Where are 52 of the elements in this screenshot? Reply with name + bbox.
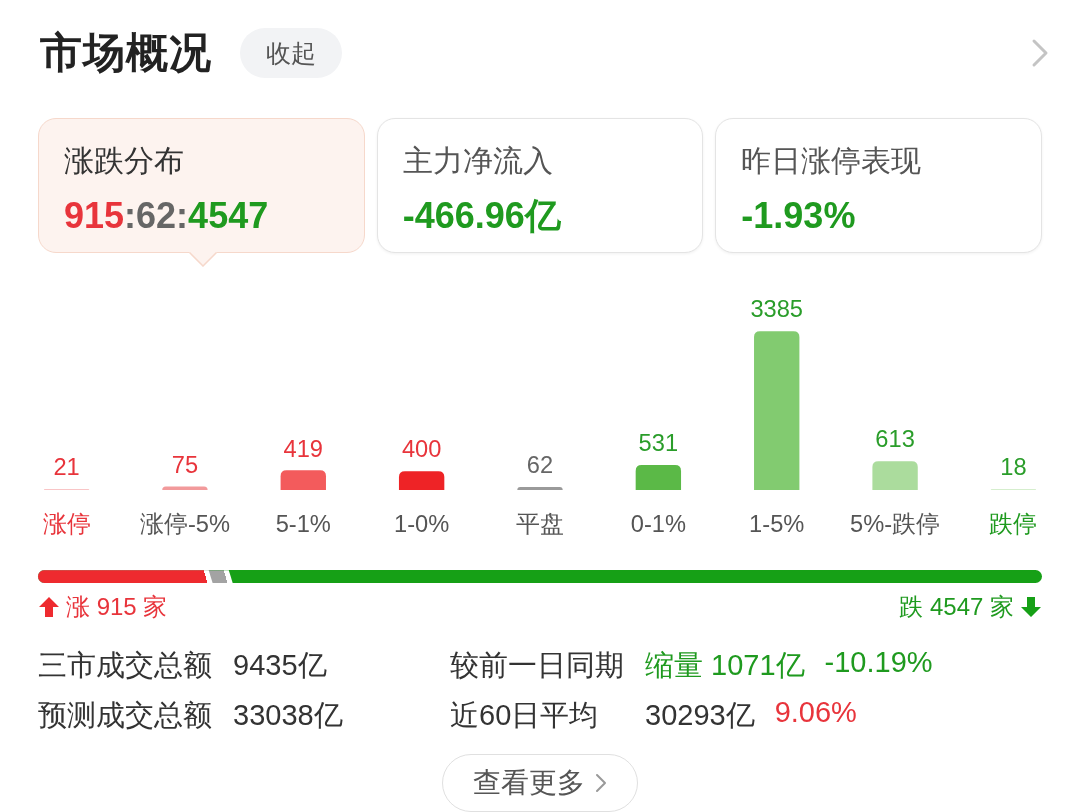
card-value: 915:62:4547 — [64, 196, 269, 236]
category-label: 1-0% — [394, 511, 450, 538]
down-arrow-icon — [1020, 596, 1042, 618]
bar-value-label: 75 — [171, 451, 199, 478]
chevron-right-icon[interactable] — [1030, 38, 1050, 68]
chevron-right-icon — [595, 773, 607, 793]
category-label: 5%-跌停 — [850, 511, 941, 538]
bar-value-label: 18 — [1000, 454, 1027, 481]
bar-value-label: 400 — [401, 436, 442, 463]
section-title: 市场概况 — [40, 28, 212, 78]
pointer-icon — [189, 252, 217, 267]
stat-value: 30293亿 — [645, 698, 755, 733]
card-title: 昨日涨停表现 — [741, 143, 922, 179]
card-value: -466.96亿 — [402, 196, 561, 236]
card-value: -1.93% — [741, 196, 856, 236]
up-arrow-icon — [38, 596, 60, 618]
category-label: 跌停 — [989, 511, 1038, 538]
stat-value: -10.19% — [824, 646, 933, 680]
bar-value-label: 613 — [875, 426, 915, 453]
card-title: 主力净流入 — [402, 143, 553, 179]
bar-value-label: 21 — [53, 454, 80, 481]
stat-value: 9435亿 — [233, 648, 327, 683]
chart-bar — [517, 487, 563, 490]
stat-label: 预测成交总额 — [38, 698, 213, 733]
bar-value-label: 3385 — [750, 296, 804, 323]
rise-count: 涨 915 家 — [66, 592, 168, 622]
chart-bar — [635, 465, 682, 490]
chart-bar — [872, 461, 918, 490]
bar-value-label: 531 — [638, 430, 679, 457]
bar-value-label: 419 — [283, 435, 323, 462]
summary-card[interactable]: 主力净流入 -466.96亿 — [376, 118, 704, 253]
fall-count: 跌 4547 家 — [899, 592, 1014, 622]
stat-value: 33038亿 — [233, 698, 343, 733]
stat-value: 9.06% — [774, 696, 857, 730]
summary-card[interactable]: 昨日涨停表现 -1.93% — [715, 118, 1042, 253]
category-label: 平盘 — [516, 511, 564, 538]
stat-label: 较前一日同期 — [450, 648, 625, 683]
collapse-button[interactable]: 收起 — [240, 28, 342, 78]
chart-bar — [162, 486, 208, 490]
stat-label: 近60日平均 — [450, 698, 600, 733]
category-label: 5-1% — [275, 511, 331, 538]
stat-value: 缩量 1071亿 — [645, 648, 805, 683]
category-label: 0-1% — [630, 511, 686, 538]
category-label: 1-5% — [749, 511, 805, 538]
chart-bar — [280, 470, 326, 490]
stat-label: 三市成交总额 — [38, 648, 213, 683]
category-label: 涨停 — [42, 511, 91, 538]
bar-value-label: 62 — [526, 452, 554, 479]
category-label: 涨停-5% — [139, 511, 230, 538]
chart-bar — [398, 471, 445, 490]
card-title: 涨跌分布 — [64, 143, 184, 179]
view-more-button[interactable]: 查看更多 — [442, 754, 638, 812]
